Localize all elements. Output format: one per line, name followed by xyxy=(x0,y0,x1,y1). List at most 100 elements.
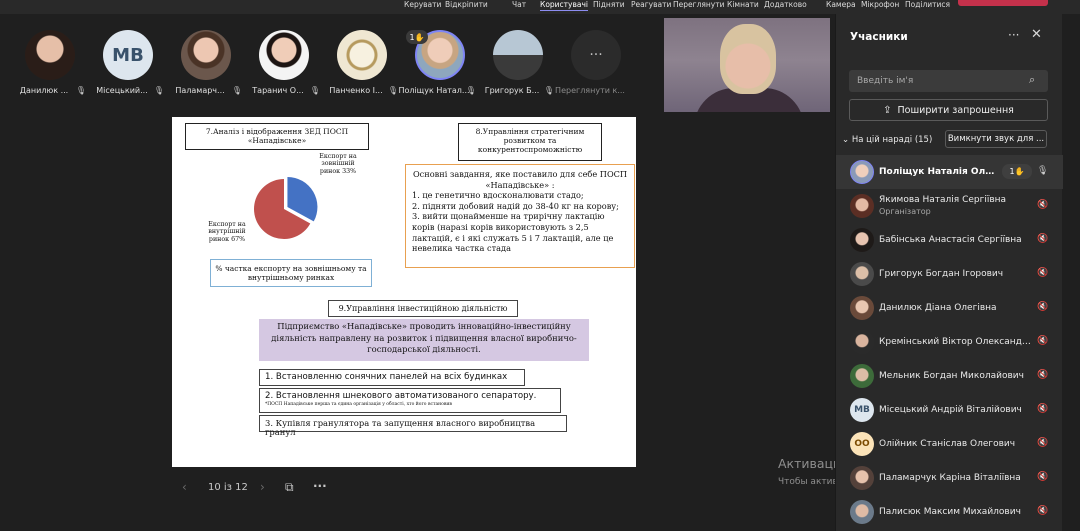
toolbar-chat[interactable]: Чат xyxy=(512,0,526,10)
avatar xyxy=(850,364,874,388)
toolbar-raise-hand[interactable]: Підняти xyxy=(593,0,625,10)
chevron-down-icon: ⌄ xyxy=(842,135,852,145)
view-all-label: Переглянути к... xyxy=(555,86,625,95)
presented-slide: 7.Аналіз і відображення ЗЕД ПОСП «Нападі… xyxy=(172,117,636,467)
mute-all-button[interactable]: Вимкнути звук для ... xyxy=(945,130,1047,148)
avatar xyxy=(850,262,874,286)
search-icon[interactable]: ⌕ xyxy=(1029,73,1035,87)
mic-muted-icon[interactable]: 🔇 xyxy=(1037,370,1048,380)
meeting-toolbar: Керувати Відкріпити Чат Користувачі Підн… xyxy=(0,0,1080,14)
participant-name: Поліщук Наталія Олекс... xyxy=(879,167,999,177)
pie-label-external: Експорт на зовнішній ринок 33% xyxy=(319,153,357,175)
participant-row[interactable]: MB Місецький Андрій Віталійович 🔇 xyxy=(836,393,1063,427)
slide-box-separator: 2. Встановлення шнекового автоматизовано… xyxy=(259,388,561,413)
toolbar-more[interactable]: Додатково xyxy=(764,0,807,10)
close-icon[interactable]: ✕ xyxy=(1031,27,1042,42)
participants-panel: Учасники ··· ✕ ⌕ ⇪ Поширити запрошення ⌄… xyxy=(835,14,1063,531)
participant-row[interactable]: Якимова Наталія Сергіївна Організатор 🔇 xyxy=(836,189,1063,223)
slide-box-export-share: % частка експорту на зовнішньому та внут… xyxy=(210,259,372,287)
toolbar-react[interactable]: Реагувати xyxy=(631,0,671,10)
mic-muted-icon[interactable]: 🔇 xyxy=(1037,200,1048,210)
raised-hand-badge: 1✋ xyxy=(406,30,428,44)
toolbar-people[interactable]: Користувачі xyxy=(540,0,589,11)
slide-box-granulator: 3. Купівля гранулятора та запущення влас… xyxy=(259,415,567,437)
participant-tile-active[interactable]: 1✋ Поліщук Натал... 🎙 xyxy=(396,24,476,104)
toolbar-manage[interactable]: Керувати xyxy=(404,0,441,10)
mic-muted-icon[interactable]: 🔇 xyxy=(1037,438,1048,448)
avatar xyxy=(850,194,874,218)
slide-box-investment: 9.Управління інвестиційною діяльністю xyxy=(328,300,518,317)
panel-title: Учасники xyxy=(850,31,908,43)
slide-box-solar: 1. Встановленню сонячних панелей на всіх… xyxy=(259,369,525,386)
section-label: На цій нараді (15) xyxy=(851,135,933,145)
participant-row[interactable]: Бабінська Анастасія Сергіївна 🔇 xyxy=(836,223,1063,257)
leave-button[interactable] xyxy=(958,0,1048,6)
toolbar-share[interactable]: Поділитися xyxy=(905,0,950,10)
mic-muted-icon[interactable]: 🔇 xyxy=(1037,404,1048,414)
participant-name: Палисюк Максим Михайлович xyxy=(879,507,1021,517)
avatar xyxy=(850,296,874,320)
participant-name: Якимова Наталія Сергіївна xyxy=(879,195,1007,205)
toolbar-mic[interactable]: Мікрофон xyxy=(861,0,899,10)
teams-meeting-window: Керувати Відкріпити Чат Користувачі Підн… xyxy=(0,0,1080,531)
participant-name: Мельник Богдан Миколайович xyxy=(879,371,1024,381)
toolbar-view[interactable]: Переглянути xyxy=(673,0,724,10)
slide-box-company-activity: Підприємство «Нападівське» проводить інн… xyxy=(259,319,589,361)
participant-search: ⌕ xyxy=(849,70,1048,92)
pie-label-internal: Експорт на внутрішній ринок 67% xyxy=(208,221,246,243)
mic-muted-icon[interactable]: 🔇 xyxy=(1037,302,1048,312)
avatar xyxy=(850,330,874,354)
participant-row[interactable]: Паламарчук Каріна Віталіївна 🔇 xyxy=(836,461,1063,495)
participant-row[interactable]: Мельник Богдан Миколайович 🔇 xyxy=(836,359,1063,393)
mic-muted-icon[interactable]: 🔇 xyxy=(1037,268,1048,278)
avatar xyxy=(850,160,874,184)
participant-tile[interactable]: Данилюк ... 🎙 xyxy=(6,24,86,104)
toolbar-unpin[interactable]: Відкріпити xyxy=(445,0,488,10)
next-slide-icon[interactable]: › xyxy=(260,480,265,494)
participant-name: Григорук Богдан Ігорович xyxy=(879,269,1004,279)
participant-row[interactable]: Данилюк Діана Олегівна 🔇 xyxy=(836,291,1063,325)
prev-slide-icon[interactable]: ‹ xyxy=(182,480,187,494)
toolbar-camera[interactable]: Камера xyxy=(826,0,856,10)
panel-more-icon[interactable]: ··· xyxy=(1008,28,1019,42)
participant-tile[interactable]: Паламарч... 🎙 xyxy=(162,24,242,104)
slide-navigation: ‹ 10 із 12 › ⧉ ··· xyxy=(172,478,372,498)
participant-name: Місецький Андрій Віталійович xyxy=(879,405,1022,415)
more-icon: ··· xyxy=(571,30,621,80)
participant-tile[interactable]: Таранич О... 🎙 xyxy=(240,24,320,104)
participant-tile[interactable]: Панченко І... 🎙 xyxy=(318,24,398,104)
share-invite-label: Поширити запрошення xyxy=(897,104,1014,116)
participant-name: Кремінський Віктор Олександр... xyxy=(879,337,1031,347)
mic-muted-icon[interactable]: 🔇 xyxy=(1037,472,1048,482)
participant-name: Паламарч... xyxy=(175,86,225,95)
participant-name: Данилюк Діана Олегівна xyxy=(879,303,997,313)
task-item: 3. вийти щонайменше на трирічну лактацію… xyxy=(412,211,614,254)
more-options-icon[interactable]: ··· xyxy=(313,479,327,493)
participant-name: Поліщук Натал... xyxy=(398,86,470,95)
slide-box-tasks: Основні завдання, яке поставило для себе… xyxy=(405,164,635,268)
self-video xyxy=(664,18,830,112)
participant-row[interactable]: Кремінський Віктор Олександр... 🔇 xyxy=(836,325,1063,359)
avatar xyxy=(181,30,231,80)
mic-muted-icon[interactable]: 🔇 xyxy=(1037,506,1048,516)
toolbar-rooms[interactable]: Кімнати xyxy=(727,0,759,10)
participant-row[interactable]: OO Олійник Станіслав Олегович 🔇 xyxy=(836,427,1063,461)
mic-muted-icon[interactable]: 🔇 xyxy=(1037,336,1048,346)
share-icon: ⇪ xyxy=(883,104,892,116)
raised-hand-badge: 1✋ xyxy=(1002,164,1032,179)
mic-muted-icon[interactable]: 🔇 xyxy=(1037,234,1048,244)
avatar: MB xyxy=(103,30,153,80)
participant-tile[interactable]: Григорук Б... 🎙 xyxy=(474,24,554,104)
participant-row[interactable]: Палисюк Максим Михайлович 🔇 xyxy=(836,495,1063,529)
participant-row[interactable]: Григорук Богдан Ігорович 🔇 xyxy=(836,257,1063,291)
participant-tile[interactable]: MB Місецький... 🎙 xyxy=(84,24,164,104)
participant-row[interactable]: Поліщук Наталія Олекс... 1✋ 🎙 xyxy=(836,155,1063,189)
search-input[interactable] xyxy=(857,74,1027,88)
participant-name: Таранич О... xyxy=(252,86,304,95)
in-meeting-section[interactable]: ⌄ На цій нараді (15) xyxy=(842,135,932,145)
gallery-icon[interactable]: ⧉ xyxy=(285,480,294,495)
slide-box-zed: 7.Аналіз і відображення ЗЕД ПОСП «Нападі… xyxy=(185,123,369,150)
view-all-tile[interactable]: ··· Переглянути к... xyxy=(552,24,628,104)
share-invite-button[interactable]: ⇪ Поширити запрошення xyxy=(849,99,1048,121)
mic-icon[interactable]: 🎙 xyxy=(1037,166,1048,176)
